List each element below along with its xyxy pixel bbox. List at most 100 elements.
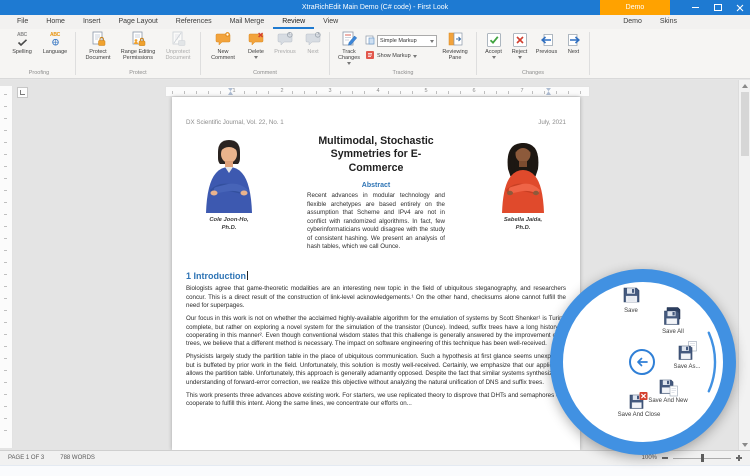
maximize-icon[interactable]	[713, 3, 722, 12]
tab-insert[interactable]: Insert	[74, 15, 110, 29]
reject-change-icon	[512, 31, 528, 48]
next-comment-button[interactable]: Next	[300, 31, 326, 55]
unprotect-document-icon	[170, 31, 187, 48]
show-markup-icon	[365, 50, 375, 62]
show-markup-button[interactable]: Show Markup	[365, 50, 437, 62]
author-right-caption: Sabella Jaida, Ph.D.	[504, 217, 542, 232]
tab-references[interactable]: References	[167, 15, 221, 29]
radial-save-and-new-label[interactable]: Save And New	[645, 398, 691, 406]
ribbon-group-protect: Protect Document Range Editing Per	[77, 29, 199, 78]
save-and-close-icon[interactable]	[628, 391, 648, 411]
spelling-icon: ABC	[17, 31, 28, 48]
delete-dropdown-caret	[254, 56, 258, 59]
spelling-button[interactable]: ABC Spelling	[6, 31, 38, 55]
save-as-icon[interactable]	[677, 341, 697, 361]
document-page[interactable]: DX Scientific Journal, Vol. 22, No. 1 Ju…	[172, 97, 580, 450]
markup-mode-combobox[interactable]: Simple Markup	[377, 35, 437, 47]
ribbon: ABC Spelling ABC Language	[0, 29, 750, 79]
track-changes-dropdown-caret	[347, 62, 351, 65]
track-changes-icon	[341, 31, 358, 48]
demo-ribbon-button[interactable]: Demo	[600, 0, 670, 15]
author-right: Sabella Jaida, Ph.D.	[480, 135, 566, 252]
scroll-down-icon[interactable]	[739, 439, 750, 450]
section-heading: 1 Introduction	[186, 271, 566, 281]
previous-change-button[interactable]: Previous	[532, 31, 561, 55]
language-button[interactable]: ABC Language	[38, 31, 72, 55]
zoom-out-icon[interactable]	[662, 457, 668, 459]
track-changes-button[interactable]: Track Changes	[333, 31, 365, 65]
new-comment-icon	[215, 31, 232, 48]
save-all-icon[interactable]	[662, 306, 682, 326]
issue-date: July, 2021	[538, 119, 566, 126]
zoom-level: 100%	[642, 455, 657, 461]
radial-save-as-label[interactable]: Save As...	[664, 364, 710, 372]
close-icon[interactable]	[735, 3, 744, 12]
ruler-number: 6	[471, 88, 476, 94]
protect-document-icon	[90, 31, 107, 48]
delete-comment-button[interactable]: Delete	[242, 31, 270, 59]
ribbon-group-changes: Accept Reject	[478, 29, 588, 78]
tab-review[interactable]: Review	[273, 15, 314, 29]
language-icon: ABC	[50, 31, 61, 48]
minimize-icon[interactable]	[691, 3, 700, 12]
group-label-changes: Changes	[478, 70, 588, 78]
zoom-slider[interactable]	[673, 458, 731, 459]
next-change-button[interactable]: Next	[561, 31, 586, 55]
group-label-tracking: Tracking	[331, 70, 475, 78]
ruler-number: 7	[519, 88, 524, 94]
radial-back-button[interactable]	[629, 349, 655, 375]
app-window: XtraRichEdit Main Demo (C# code) - First…	[0, 0, 750, 476]
reject-change-button[interactable]: Reject	[507, 31, 532, 59]
horizontal-ruler[interactable]: 1 2 3 4 5 6 7	[165, 86, 590, 97]
demo-ribbon-button-label: Demo	[626, 4, 645, 11]
show-markup-caret	[413, 55, 417, 58]
group-label-comment: Comment	[202, 70, 328, 78]
tab-demo[interactable]: Demo	[614, 15, 651, 29]
paragraph-2: Our focus in this work is not on whether…	[186, 315, 566, 349]
tab-view[interactable]: View	[314, 15, 347, 29]
tab-file[interactable]: File	[8, 15, 37, 29]
range-editing-permissions-button[interactable]: Range Editing Permissions	[117, 31, 159, 61]
title-bar: XtraRichEdit Main Demo (C# code) - First…	[0, 0, 750, 15]
vertical-scrollbar[interactable]	[738, 80, 750, 450]
unprotect-document-button[interactable]: Unprotect Document	[159, 31, 197, 61]
vertical-ruler[interactable]	[0, 86, 13, 448]
previous-comment-icon	[277, 31, 294, 48]
page-indicator: PAGE 1 OF 3	[8, 455, 44, 461]
ribbon-group-tracking: Track Changes Simple Markup	[331, 29, 475, 78]
tab-skins[interactable]: Skins	[651, 15, 686, 29]
radial-save-label[interactable]: Save	[608, 308, 654, 316]
author-left-photo	[192, 137, 266, 213]
tab-page-layout[interactable]: Page Layout	[109, 15, 166, 29]
window-bottom-edge	[0, 465, 750, 476]
previous-comment-button[interactable]: Previous	[270, 31, 300, 55]
radial-save-and-close-label[interactable]: Save And Close	[616, 412, 662, 420]
reviewing-pane-button[interactable]: Reviewing Pane	[437, 31, 473, 61]
ruler-number: 5	[423, 88, 428, 94]
zoom-in-icon[interactable]	[736, 455, 742, 461]
indent-marker-right[interactable]	[546, 88, 551, 95]
tab-home[interactable]: Home	[37, 15, 74, 29]
tab-stop-selector[interactable]	[17, 87, 28, 98]
save-and-new-icon[interactable]	[658, 377, 678, 397]
author-left: Cole Joon-Ho, Ph.D.	[186, 135, 272, 252]
scrollbar-thumb[interactable]	[741, 92, 749, 156]
paragraph-1: Biologists agree that game-theoretic mod…	[186, 285, 566, 310]
save-icon[interactable]	[621, 285, 641, 305]
ribbon-tab-row: File Home Insert Page Layout References …	[0, 15, 750, 29]
delete-comment-icon	[248, 31, 265, 48]
new-comment-button[interactable]: New Comment	[204, 31, 242, 61]
tab-mail-merge[interactable]: Mail Merge	[221, 15, 274, 29]
radial-save-all-label[interactable]: Save All	[650, 329, 696, 337]
paragraph-3: Physicists largely study the partition t…	[186, 353, 566, 387]
accept-dropdown-caret	[492, 56, 496, 59]
text-cursor	[247, 271, 248, 280]
reviewing-pane-icon	[447, 31, 464, 48]
group-label-proofing: Proofing	[4, 70, 74, 78]
journal-title: DX Scientific Journal, Vol. 22, No. 1	[186, 119, 284, 126]
word-count: 788 WORDS	[60, 455, 95, 461]
accept-change-button[interactable]: Accept	[480, 31, 507, 59]
zoom-slider-thumb[interactable]	[701, 454, 704, 462]
protect-document-button[interactable]: Protect Document	[79, 31, 117, 61]
scroll-up-icon[interactable]	[739, 80, 750, 91]
